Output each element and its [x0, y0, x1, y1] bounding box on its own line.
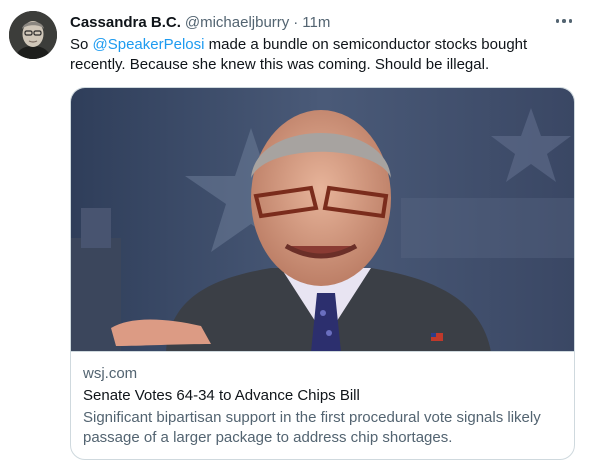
separator-dot: ·: [293, 13, 299, 31]
card-body: wsj.com Senate Votes 64-34 to Advance Ch…: [83, 364, 563, 448]
author-handle[interactable]: @michaeljburry: [185, 14, 289, 31]
timestamp[interactable]: 11m: [302, 14, 330, 31]
card-description: Significant bipartisan support in the fi…: [83, 409, 541, 446]
tweet-text-before: So: [70, 36, 93, 53]
user-avatar[interactable]: [9, 11, 57, 59]
card-title[interactable]: Senate Votes 64-34 to Advance Chips Bill: [83, 386, 563, 406]
tweet-header: Cassandra B.C. @michaeljburry · 11m: [70, 12, 330, 32]
news-photo: [71, 88, 574, 351]
avatar-photo: [9, 11, 57, 59]
author-name[interactable]: Cassandra B.C.: [70, 14, 181, 31]
more-horizontal-icon: [555, 19, 573, 23]
mention-link[interactable]: @SpeakerPelosi: [93, 36, 205, 53]
tweet-text: So @SpeakerPelosi made a bundle on semic…: [70, 35, 570, 75]
more-options-button[interactable]: [552, 12, 576, 30]
card-image[interactable]: [71, 88, 574, 352]
link-preview-card[interactable]: wsj.com Senate Votes 64-34 to Advance Ch…: [70, 87, 575, 460]
tweet[interactable]: Cassandra B.C. @michaeljburry · 11m So @…: [0, 0, 590, 462]
card-domain: wsj.com: [83, 365, 138, 382]
